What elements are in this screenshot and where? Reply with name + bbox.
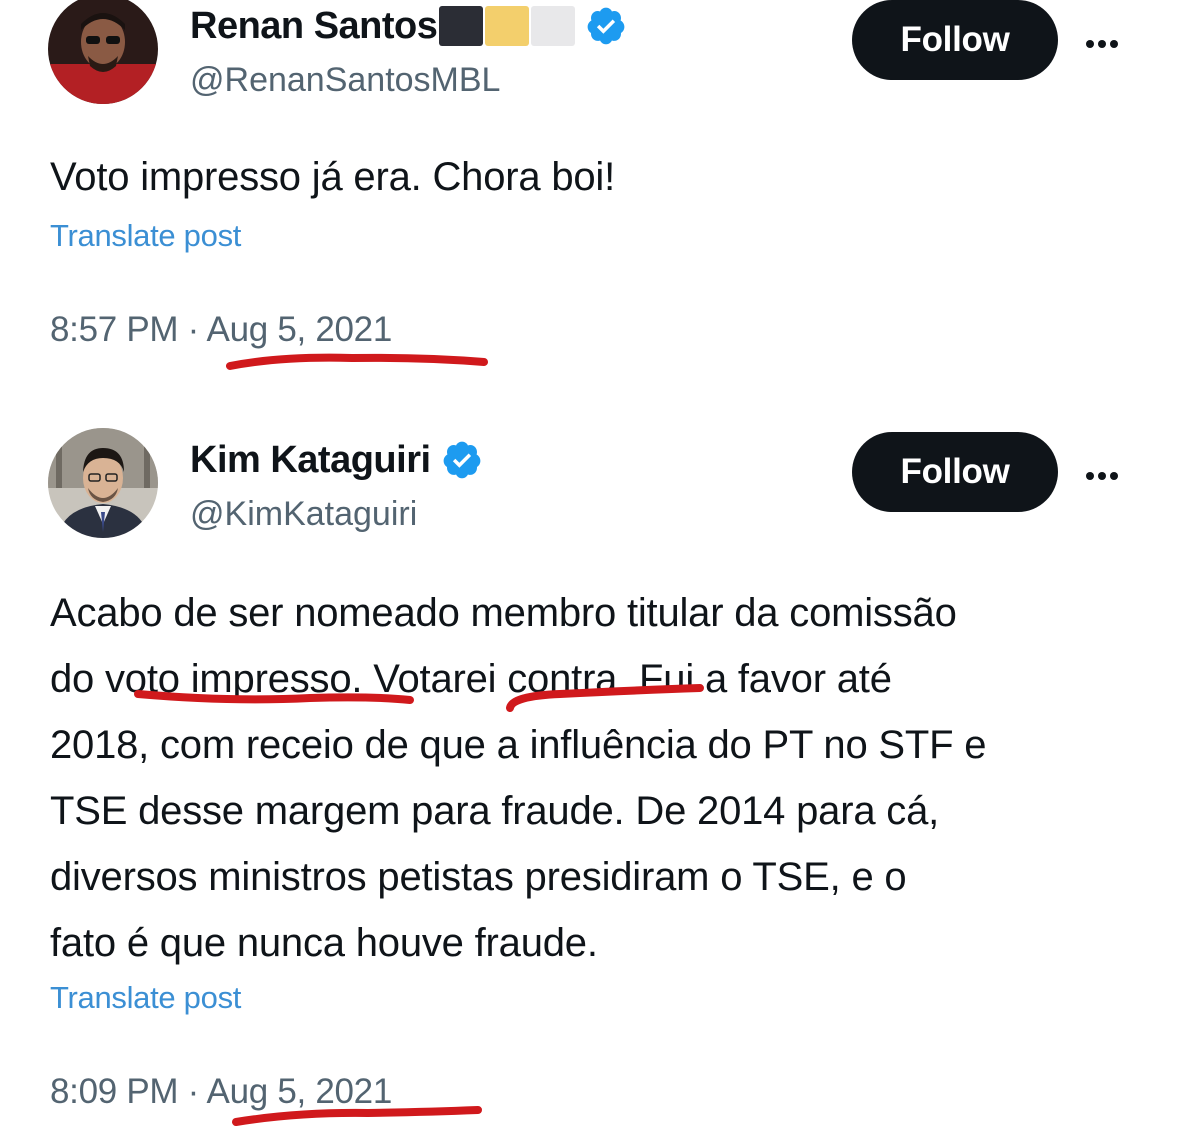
more-options-icon[interactable] <box>1086 467 1126 480</box>
verified-badge-icon <box>585 5 627 47</box>
handle[interactable]: @RenanSantosMBL <box>190 58 500 102</box>
name-row: Renan Santos <box>190 2 627 50</box>
display-name[interactable]: Kim Kataguiri <box>190 436 431 484</box>
time-separator: · <box>178 1072 207 1111</box>
text-line: Acabo de ser nomeado membro titular da c… <box>50 591 957 635</box>
translate-post-link[interactable]: Translate post <box>50 218 241 254</box>
flag-black <box>439 6 484 46</box>
text-line: diversos ministros petistas presidiram o… <box>50 855 907 899</box>
time-separator: · <box>178 310 207 349</box>
verified-badge-icon <box>441 439 483 481</box>
post-date: Aug 5, 2021 <box>206 310 393 349</box>
handle[interactable]: @KimKataguiri <box>190 492 417 536</box>
more-options-icon[interactable] <box>1086 35 1126 48</box>
follow-button[interactable]: Follow <box>852 0 1058 80</box>
post-time: 8:09 PM <box>50 1072 179 1111</box>
text-line: TSE desse margem para fraude. De 2014 pa… <box>50 789 940 833</box>
translate-post-link[interactable]: Translate post <box>50 980 241 1016</box>
flag-yellow <box>485 6 530 46</box>
post-kim-kataguiri: Kim Kataguiri @KimKataguiri Follow Acabo… <box>0 400 1179 1127</box>
avatar[interactable] <box>48 0 158 104</box>
text-line: 2018, com receio de que a influência do … <box>50 723 987 767</box>
post-renan-santos: Renan Santos @RenanSantosMBL Follow Voto… <box>0 0 1179 400</box>
text-line: fato é que nunca houve fraude. <box>50 921 598 965</box>
flag-white <box>531 6 576 46</box>
follow-button[interactable]: Follow <box>852 432 1058 512</box>
display-name[interactable]: Renan Santos <box>190 2 438 50</box>
post-text: Acabo de ser nomeado membro titular da c… <box>50 580 1150 976</box>
post-text: Voto impresso já era. Chora boi! <box>50 155 616 199</box>
name-row: Kim Kataguiri <box>190 436 483 484</box>
avatar[interactable] <box>48 428 158 538</box>
post-time: 8:57 PM <box>50 310 179 349</box>
timestamp[interactable]: 8:09 PM · Aug 5, 2021 <box>50 1072 392 1112</box>
text-line: do voto impresso. Votarei contra. Fui a … <box>50 657 892 701</box>
post-date: Aug 5, 2021 <box>206 1072 393 1111</box>
timestamp[interactable]: 8:57 PM · Aug 5, 2021 <box>50 310 392 350</box>
